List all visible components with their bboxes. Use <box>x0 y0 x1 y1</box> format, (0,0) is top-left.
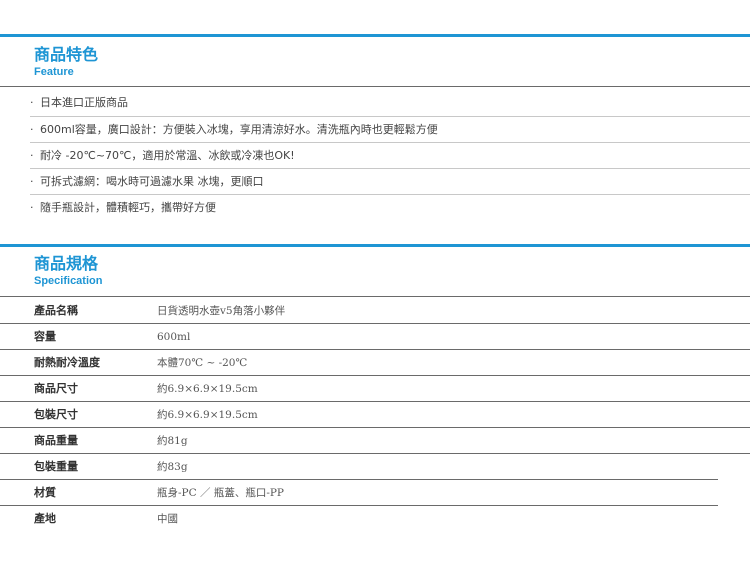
spec-key: 耐熱耐冷溫度 <box>34 356 100 369</box>
spec-key: 產品名稱 <box>34 304 78 317</box>
feature-title: 商品特色 <box>34 45 99 64</box>
bullet-icon: · <box>30 149 34 162</box>
row-divider <box>0 375 750 376</box>
list-item: · 耐冷 -20℃~70℃，適用於常溫、冰飲或冷凍也OK! <box>30 149 295 162</box>
spec-value: 約6.9×6.9×19.5cm <box>157 383 258 395</box>
feature-divider <box>30 168 750 169</box>
row-divider <box>0 479 718 480</box>
spec-value: 瓶身-PC ／ 瓶蓋、瓶口-PP <box>157 487 284 499</box>
feature-divider <box>30 194 750 195</box>
row-divider <box>0 427 750 428</box>
feature-divider <box>30 116 750 117</box>
spec-value: 本體70℃ ~ -20℃ <box>157 357 248 369</box>
row-divider <box>0 349 750 350</box>
spec-key: 容量 <box>34 330 56 343</box>
spec-header-divider <box>0 296 750 297</box>
bullet-icon: · <box>30 201 34 214</box>
bullet-icon: · <box>30 96 34 109</box>
spec-top-rule <box>0 244 750 247</box>
spec-title: 商品規格 <box>34 254 99 273</box>
feature-subtitle: Feature <box>34 66 74 78</box>
feature-header-divider <box>0 86 750 87</box>
feature-divider <box>30 142 750 143</box>
bullet-icon: · <box>30 175 34 188</box>
spec-value: 日貨透明水壺v5角落小夥伴 <box>157 305 286 317</box>
spec-value: 約81g <box>157 435 188 447</box>
row-divider <box>0 505 718 506</box>
row-divider <box>0 453 750 454</box>
spec-key: 包裝重量 <box>34 460 78 473</box>
list-item: · 600ml容量，廣口設計：方便裝入冰塊，享用清涼好水。清洗瓶內時也更輕鬆方便 <box>30 123 438 136</box>
spec-key: 商品重量 <box>34 434 78 447</box>
spec-key: 產地 <box>34 512 56 525</box>
spec-value: 600ml <box>157 331 191 343</box>
row-divider <box>0 401 750 402</box>
row-divider <box>0 323 750 324</box>
spec-key: 包裝尺寸 <box>34 408 78 421</box>
list-item: · 可拆式濾網：喝水時可過濾水果 冰塊，更順口 <box>30 175 264 188</box>
feature-top-rule <box>0 34 750 37</box>
spec-value: 中國 <box>157 513 178 525</box>
spec-subtitle: Specification <box>34 275 103 287</box>
spec-value: 約6.9×6.9×19.5cm <box>157 409 258 421</box>
spec-key: 材質 <box>34 486 56 499</box>
spec-key: 商品尺寸 <box>34 382 78 395</box>
spec-value: 約83g <box>157 461 188 473</box>
list-item: · 隨手瓶設計，體積輕巧，攜帶好方便 <box>30 201 216 214</box>
bullet-icon: · <box>30 123 34 136</box>
list-item: · 日本進口正版商品 <box>30 96 128 109</box>
